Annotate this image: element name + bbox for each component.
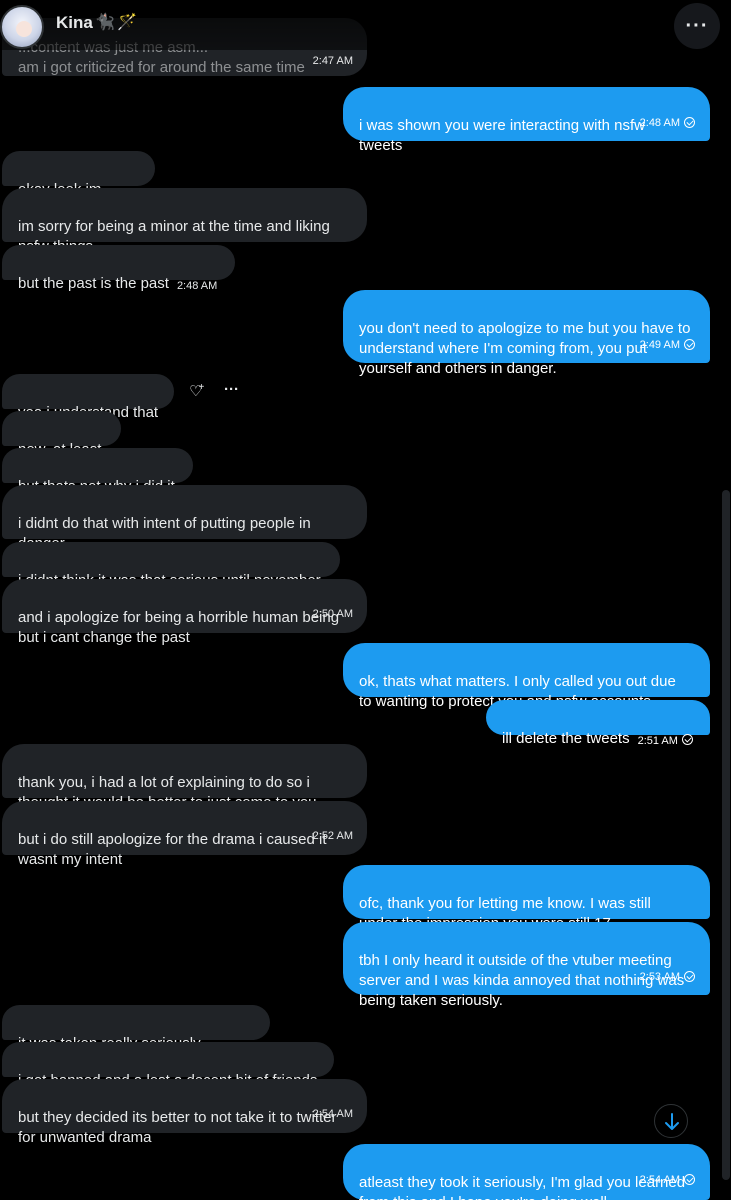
check-circle-icon <box>684 971 695 982</box>
message-meta: 2:54 AM <box>640 1150 695 1190</box>
message-outgoing[interactable]: tbh I only heard it outside of the vtube… <box>343 922 710 1009</box>
message-outgoing[interactable]: ok, thats what matters. I only called yo… <box>343 643 710 710</box>
message-incoming[interactable]: i didnt do that with intent of putting p… <box>2 485 367 552</box>
message-timestamp: 2:48 AM <box>176 280 218 292</box>
message-meta: 2:53 AM <box>640 947 695 987</box>
message-timestamp: 2:54 AM <box>639 1174 680 1186</box>
message-incoming[interactable]: now. at least. <box>2 411 121 458</box>
message-outgoing[interactable]: atleast they took it seriously, I'm glad… <box>343 1144 710 1200</box>
message-text: but they decided its better to not take … <box>18 1109 337 1146</box>
message-text: i was shown you were interacting with ns… <box>359 117 645 154</box>
message-incoming[interactable]: it was taken really seriously actually <box>2 1005 270 1072</box>
avatar-face <box>16 21 32 37</box>
message-outgoing[interactable]: i was shown you were interacting with ns… <box>343 87 710 154</box>
message-timestamp: 2:47 AM <box>312 55 353 67</box>
message-text: but i do still apologize for the drama i… <box>18 831 327 868</box>
message-timestamp: 2:48 AM <box>639 117 680 129</box>
message-outgoing[interactable]: ill delete the tweets 2:51 AM <box>486 700 710 747</box>
message-timestamp: 2:50 AM <box>312 608 353 620</box>
message-timestamp: 2:51 AM <box>637 735 678 747</box>
more-options-button[interactable]: ··· <box>674 3 720 49</box>
avatar[interactable] <box>0 5 44 49</box>
conversation-header: Kina 🐈‍⬛ 🪄 ··· <box>0 0 731 50</box>
message-meta: 2:48 AM <box>640 93 695 133</box>
scrollbar-thumb[interactable] <box>722 490 730 1180</box>
check-circle-icon <box>684 1174 695 1185</box>
message-outgoing[interactable]: ofc, thank you for letting me know. I wa… <box>343 865 710 932</box>
message-incoming[interactable]: i got banned and a lost a decent bit of … <box>2 1042 334 1089</box>
message-incoming[interactable]: but i do still apologize for the drama i… <box>2 801 367 868</box>
message-text: atleast they took it seriously, I'm glad… <box>359 1174 686 1200</box>
message-text: tbh I only heard it outside of the vtube… <box>359 952 685 1009</box>
message-outgoing[interactable]: you don't need to apologize to me but yo… <box>343 290 710 377</box>
message-timestamp: 2:52 AM <box>312 830 353 842</box>
arrow-down-icon <box>665 1113 679 1130</box>
message-incoming[interactable]: but they decided its better to not take … <box>2 1079 367 1146</box>
message-incoming[interactable]: okay look im sorry. <box>2 151 155 218</box>
message-incoming[interactable]: yea i understand that <box>2 374 174 421</box>
message-text: ill delete the tweets <box>502 730 630 747</box>
message-meta: 2:49 AM <box>640 315 695 355</box>
message-timestamp: 2:53 AM <box>639 971 680 983</box>
check-circle-icon <box>684 339 695 350</box>
message-incoming[interactable]: thank you, i had a lot of explaining to … <box>2 744 367 811</box>
scroll-down-button[interactable] <box>654 1104 688 1138</box>
more-horizontal-icon[interactable]: ··· <box>224 381 239 398</box>
cat-emoji: 🐈‍⬛ <box>95 14 115 31</box>
message-incoming[interactable]: and i apologize for being a horrible hum… <box>2 579 367 646</box>
heart-plus-icon[interactable]: ♡+ <box>189 382 208 400</box>
conversation-name[interactable]: Kina <box>56 13 93 33</box>
more-horizontal-icon: ··· <box>685 14 709 37</box>
dm-conversation: ...content was just me asm... am i got c… <box>0 0 731 1200</box>
message-incoming[interactable]: but the past is the past 2:48 AM <box>2 245 235 292</box>
message-incoming[interactable]: i didnt think it was that serious until … <box>2 542 340 589</box>
wand-emoji: 🪄 <box>117 14 137 31</box>
message-incoming[interactable]: but thats not why i did it <box>2 448 193 495</box>
message-timestamp: 2:54 AM <box>312 1108 353 1120</box>
check-circle-icon <box>681 734 693 745</box>
message-incoming[interactable]: im sorry for being a minor at the time a… <box>2 188 367 255</box>
message-timestamp: 2:49 AM <box>639 339 680 351</box>
message-text: and i apologize for being a horrible hum… <box>18 609 340 646</box>
message-text: but the past is the past <box>18 275 169 292</box>
check-circle-icon <box>684 117 695 128</box>
